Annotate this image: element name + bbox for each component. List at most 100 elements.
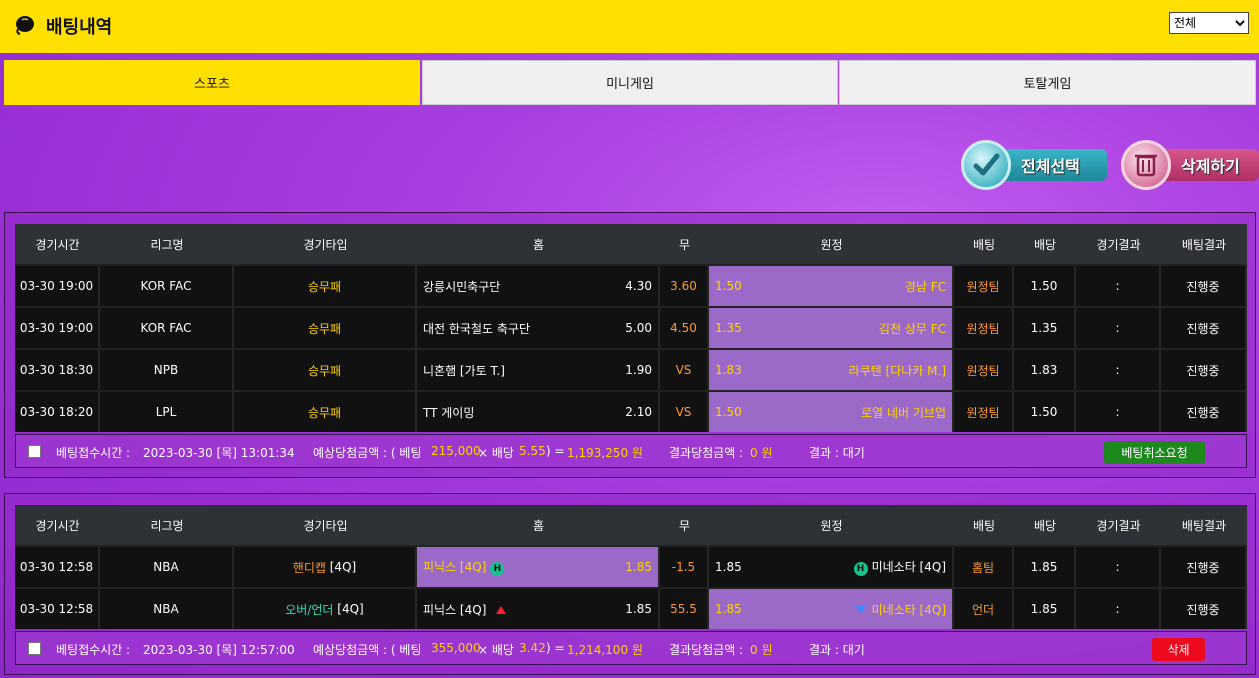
bet-time: 2023-03-30 [목] 12:57:00	[143, 643, 295, 657]
home-team: 대전 한국철도 축구단	[423, 321, 530, 336]
col-header: 배팅	[954, 224, 1014, 264]
col-header: 홈	[417, 224, 660, 264]
col-header: 경기타입	[234, 224, 417, 264]
match-time: 03-30 12:58	[15, 589, 100, 629]
home-odds: 2.10	[625, 405, 652, 419]
game-type: 오버/언더 [4Q]	[234, 589, 417, 629]
match-time: 03-30 19:00	[15, 266, 100, 306]
home-team: 피닉스 [4Q]	[423, 602, 487, 617]
draw-odds[interactable]: 3.60	[660, 266, 709, 306]
away-odds: 1.35	[715, 321, 742, 335]
home-team: 피닉스 [4Q]	[423, 560, 487, 574]
bet-table-1: 경기시간 리그명 경기타입 홈 무 원정 배팅 배당 경기결과 배팅결과 03-…	[15, 224, 1247, 432]
away-cell[interactable]: 1.83 라쿠텐 [다나카 M.]	[709, 350, 954, 390]
win-amount: 0 원	[750, 643, 773, 657]
bet-table-2: 경기시간 리그명 경기타입 홈 무 원정 배팅 배당 경기결과 배팅결과 03-…	[15, 505, 1247, 629]
table-header: 경기시간 리그명 경기타입 홈 무 원정 배팅 배당 경기결과 배팅결과	[15, 505, 1247, 545]
table-row[interactable]: 03-30 19:00 KOR FAC 승무패 대전 한국철도 축구단 5.00 …	[15, 308, 1247, 348]
col-header: 배팅결과	[1161, 224, 1247, 264]
select-checkbox[interactable]	[28, 445, 41, 458]
stake-amount: 215,000	[431, 444, 481, 458]
home-cell[interactable]: 피닉스 [4Q] H 1.85	[417, 547, 660, 587]
filter-select[interactable]: 전체	[1169, 12, 1249, 34]
home-cell[interactable]: 니혼햄 [가토 T.] 1.90	[417, 350, 660, 390]
draw-odds[interactable]: 4.50	[660, 308, 709, 348]
home-team: 강릉시민축구단	[423, 279, 501, 294]
expected-label: 예상당첨금액 : ( 베팅	[313, 643, 422, 657]
tab-sports[interactable]: 스포츠	[4, 60, 420, 105]
under-arrow-icon	[855, 605, 866, 614]
bet-pick: 언더	[954, 589, 1014, 629]
result-status: 결과 : 대기	[809, 643, 865, 657]
bet-odds: 1.50	[1014, 266, 1076, 306]
game-type: 승무패	[234, 308, 417, 348]
match-result: :	[1076, 350, 1161, 390]
table-row[interactable]: 03-30 12:58 NBA 핸디캡 [4Q] 피닉스 [4Q] H 1.85 -…	[15, 547, 1247, 587]
game-type: 승무패	[234, 392, 417, 432]
home-odds: 1.85	[625, 560, 652, 574]
table-row[interactable]: 03-30 18:30 NPB 승무패 니혼햄 [가토 T.] 1.90 VS 1…	[15, 350, 1247, 390]
bet-result: 진행중	[1161, 350, 1247, 390]
expected-label: 예상당첨금액 : ( 베팅	[313, 446, 422, 460]
col-header: 홈	[417, 505, 660, 545]
home-cell[interactable]: 피닉스 [4Q] 1.85	[417, 589, 660, 629]
draw-odds: VS	[660, 392, 709, 432]
away-team: 김천 상무 FC	[878, 321, 946, 336]
away-cell[interactable]: 1.50 로열 네버 기브업	[709, 392, 954, 432]
away-cell[interactable]: 1.85 미네소타 [4Q]	[709, 589, 954, 629]
home-team: TT 게이밍	[423, 405, 475, 420]
league-name: LPL	[100, 392, 234, 432]
away-team: 라쿠텐 [다나카 M.]	[848, 363, 946, 378]
away-cell[interactable]: 1.85 H 미네소타 [4Q]	[709, 547, 954, 587]
col-header: 경기결과	[1076, 505, 1161, 545]
game-type-label: 핸디캡	[292, 560, 326, 575]
away-team: 로열 네버 기브업	[861, 405, 946, 420]
home-odds: 4.30	[625, 279, 652, 293]
col-header: 무	[660, 224, 709, 264]
home-cell[interactable]: 강릉시민축구단 4.30	[417, 266, 660, 306]
table-row[interactable]: 03-30 12:58 NBA 오버/언더 [4Q] 피닉스 [4Q] 1.85 …	[15, 589, 1247, 629]
bet-pick: 원정팀	[954, 350, 1014, 390]
away-team: 미네소타 [4Q]	[871, 602, 946, 617]
ball-icon	[16, 16, 34, 35]
total-odds: 5.55	[519, 444, 546, 458]
select-checkbox[interactable]	[28, 642, 41, 655]
col-header: 원정	[709, 505, 954, 545]
col-header: 원정	[709, 224, 954, 264]
away-odds: 1.85	[715, 602, 742, 616]
bet-summary: 베팅접수시간 : 2023-03-30 [목] 13:01:34 예상당첨금액 …	[15, 434, 1247, 468]
col-header: 리그명	[100, 224, 234, 264]
away-odds: 1.85	[715, 560, 742, 574]
bet-summary: 베팅접수시간 : 2023-03-30 [목] 12:57:00 예상당첨금액 …	[15, 631, 1247, 665]
table-row[interactable]: 03-30 19:00 KOR FAC 승무패 강릉시민축구단 4.30 3.60…	[15, 266, 1247, 306]
home-cell[interactable]: TT 게이밍 2.10	[417, 392, 660, 432]
result-status: 결과 : 대기	[809, 446, 865, 460]
away-cell[interactable]: 1.50 경남 FC	[709, 266, 954, 306]
game-type: 핸디캡 [4Q]	[234, 547, 417, 587]
col-header: 배당	[1014, 224, 1076, 264]
delete-button[interactable]: 삭제하기	[1121, 140, 1259, 190]
bet-panel-2: 경기시간 리그명 경기타입 홈 무 원정 배팅 배당 경기결과 배팅결과 03-…	[4, 493, 1256, 675]
bet-pick: 원정팀	[954, 308, 1014, 348]
match-result: :	[1076, 308, 1161, 348]
bet-pick: 원정팀	[954, 266, 1014, 306]
match-result: :	[1076, 266, 1161, 306]
over-arrow-icon	[496, 605, 507, 614]
league-name: NPB	[100, 350, 234, 390]
equals-sign: ) =	[546, 444, 565, 458]
match-time: 03-30 19:00	[15, 308, 100, 348]
table-row[interactable]: 03-30 18:20 LPL 승무패 TT 게이밍 2.10 VS 1.50 로열…	[15, 392, 1247, 432]
league-name: KOR FAC	[100, 266, 234, 306]
trash-icon	[1121, 140, 1171, 190]
col-header: 배당	[1014, 505, 1076, 545]
cancel-request-button[interactable]: 베팅취소요청	[1104, 441, 1205, 464]
game-period: [4Q]	[329, 560, 357, 574]
select-all-button[interactable]: 전체선택	[961, 140, 1107, 190]
home-cell[interactable]: 대전 한국철도 축구단 5.00	[417, 308, 660, 348]
delete-bet-button[interactable]: 삭제	[1152, 638, 1205, 661]
tab-minigame[interactable]: 미니게임	[422, 60, 838, 105]
bet-result: 진행중	[1161, 266, 1247, 306]
bet-result: 진행중	[1161, 547, 1247, 587]
tab-totalgame[interactable]: 토탈게임	[839, 60, 1256, 105]
away-cell[interactable]: 1.35 김천 상무 FC	[709, 308, 954, 348]
